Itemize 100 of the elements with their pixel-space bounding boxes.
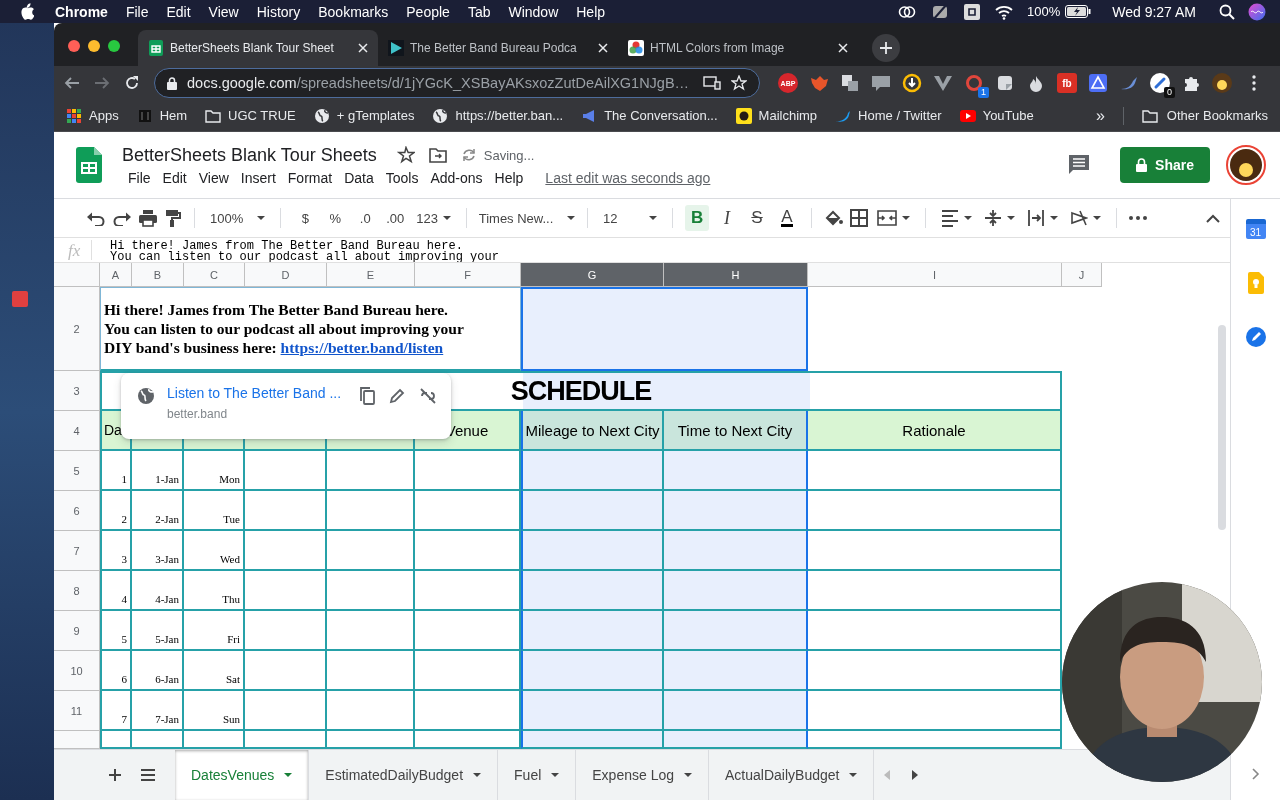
search-icon[interactable]: [1219, 3, 1235, 20]
menu-item[interactable]: Insert: [234, 169, 282, 186]
row-header[interactable]: 10: [54, 651, 100, 691]
fox-icon[interactable]: [809, 73, 829, 93]
column-header[interactable]: I: [808, 263, 1062, 287]
menu-item[interactable]: View: [199, 3, 248, 20]
menu-item[interactable]: Tab: [458, 3, 500, 20]
avatar[interactable]: [1226, 145, 1266, 185]
menu-item[interactable]: File: [116, 3, 158, 20]
document-title[interactable]: BetterSheets Blank Tour Sheets: [122, 144, 377, 166]
close-window-button[interactable]: [68, 39, 80, 52]
currency-button[interactable]: $: [293, 205, 318, 231]
link-icon[interactable]: [1150, 73, 1170, 93]
unlink-icon[interactable]: [419, 388, 437, 404]
format-button[interactable]: A: [775, 205, 800, 231]
zoom-button[interactable]: [108, 39, 120, 52]
font-dropdown[interactable]: Times New...: [479, 205, 576, 231]
minimize-button[interactable]: [88, 39, 100, 52]
percent-button[interactable]: %: [323, 205, 348, 231]
link[interactable]: https://better.band/listen: [280, 339, 444, 356]
siri-icon[interactable]: [1248, 2, 1266, 21]
clock[interactable]: Wed 9:27 AM: [1112, 3, 1196, 20]
zoom-dropdown[interactable]: 100%: [207, 205, 269, 231]
formula-text[interactable]: Hi there! James from The Better Band Bureau here. You can listen to our podcast all about improving your: [92, 238, 499, 262]
selected-cell[interactable]: [521, 491, 664, 531]
calendar-button[interactable]: 31: [1245, 219, 1266, 239]
row-header[interactable]: 11: [54, 691, 100, 731]
selected-cell[interactable]: [664, 491, 808, 531]
download-icon[interactable]: [902, 73, 922, 93]
translate-icon[interactable]: [840, 73, 860, 93]
column-header[interactable]: F: [415, 263, 521, 287]
collapse-icon[interactable]: [1206, 213, 1220, 223]
selected-cell[interactable]: [664, 611, 808, 651]
bookmark[interactable]: UGC TRUE: [228, 108, 296, 123]
bookmark[interactable]: Apps: [89, 108, 119, 123]
menu-item[interactable]: Edit: [156, 169, 193, 186]
menu-item[interactable]: Tools: [379, 169, 425, 186]
sheet-tab[interactable]: Fuel: [498, 750, 577, 800]
browser-tab[interactable]: BetterSheets Blank Tour Sheet: [138, 30, 378, 66]
note-icon[interactable]: [995, 73, 1015, 93]
bookmark[interactable]: Mailchimp: [758, 108, 818, 123]
back-icon[interactable]: [64, 75, 80, 91]
close-icon[interactable]: [598, 43, 608, 53]
command-icon[interactable]: [962, 2, 981, 21]
menu-item[interactable]: History: [247, 3, 310, 20]
selected-cell[interactable]: [521, 691, 664, 731]
reload-icon[interactable]: [124, 75, 140, 91]
browser-tab[interactable]: The Better Band Bureau Podca: [378, 30, 618, 66]
selected-cell[interactable]: [521, 531, 664, 571]
row-header[interactable]: 4: [54, 411, 100, 451]
link-title[interactable]: Listen to The Better Band ...: [167, 385, 347, 401]
speech-bubble-icon[interactable]: [871, 73, 891, 93]
font-size-dropdown[interactable]: 12: [600, 205, 661, 231]
install-icon[interactable]: [703, 76, 721, 90]
bookmark[interactable]: https://better.ban...: [455, 108, 564, 123]
expand-icon[interactable]: [1251, 768, 1260, 780]
selected-cell[interactable]: [664, 571, 808, 611]
comment-icon[interactable]: [1068, 154, 1091, 176]
column-header[interactable]: B: [132, 263, 184, 287]
sheet-tab[interactable]: EstimatedDailyBudget: [309, 750, 499, 800]
column-header[interactable]: G: [521, 263, 664, 287]
format-button[interactable]: B: [685, 205, 710, 231]
fill-color-icon[interactable]: [824, 209, 845, 227]
column-header[interactable]: E: [327, 263, 415, 287]
column-header[interactable]: C: [184, 263, 245, 287]
last-edit-link[interactable]: Last edit was seconds ago: [539, 169, 717, 186]
share-button[interactable]: Share: [1120, 147, 1210, 183]
column-header[interactable]: D: [245, 263, 327, 287]
more-bookmarks-button[interactable]: »: [1095, 106, 1105, 125]
close-icon[interactable]: [358, 43, 368, 53]
copy-icon[interactable]: [359, 387, 375, 405]
increase-decimals-button[interactable]: .00: [383, 205, 408, 231]
scroll-right-icon[interactable]: [912, 770, 919, 780]
wifi-icon[interactable]: [993, 3, 1014, 20]
print-icon[interactable]: [138, 209, 158, 227]
menu-item[interactable]: Window: [499, 3, 568, 20]
address-bar[interactable]: docs.google.com/spreadsheets/d/1jYGcK_XSBayAKsxozZutDeAilXG1NJgB…: [154, 68, 760, 98]
sheets-logo-icon[interactable]: [76, 147, 102, 183]
selected-cell[interactable]: [521, 287, 808, 371]
bookmark[interactable]: + gTemplates: [336, 108, 415, 123]
selected-cell[interactable]: [664, 651, 808, 691]
decrease-decimals-button[interactable]: .0: [353, 205, 378, 231]
browser-tab[interactable]: HTML Colors from Image: [618, 30, 858, 66]
bookmark[interactable]: Hem: [159, 108, 188, 123]
bookmark[interactable]: Home / Twitter: [858, 108, 942, 123]
menu-item[interactable]: Help: [488, 169, 530, 186]
menu-icon[interactable]: [1252, 75, 1256, 91]
selected-cell[interactable]: [664, 451, 808, 491]
redo-icon[interactable]: [112, 210, 132, 226]
extension-button[interactable]: fb: [1057, 73, 1077, 93]
app-menu[interactable]: Chrome: [46, 3, 117, 20]
battery-icon[interactable]: [1065, 5, 1092, 18]
selected-cell[interactable]: [521, 731, 664, 749]
avatar[interactable]: [1212, 73, 1232, 93]
column-header[interactable]: J: [1062, 263, 1102, 287]
column-header[interactable]: A: [100, 263, 132, 287]
selected-cell[interactable]: [521, 571, 664, 611]
move-folder-icon[interactable]: [428, 147, 447, 163]
number-format-dropdown[interactable]: 123: [413, 205, 455, 231]
pencil-icon[interactable]: [389, 388, 405, 404]
